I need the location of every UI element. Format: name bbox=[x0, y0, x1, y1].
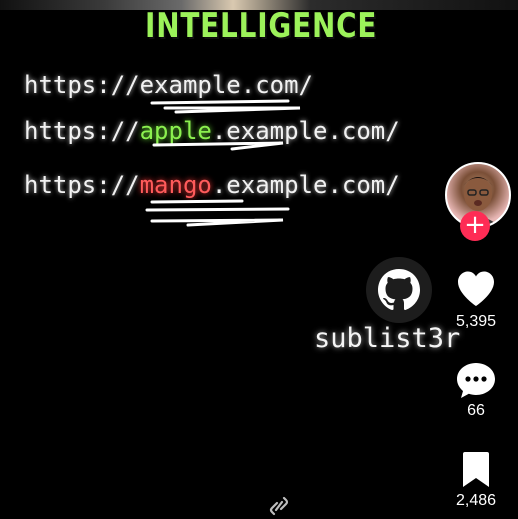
follow-plus-button[interactable]: + bbox=[460, 211, 490, 241]
scribble-underline bbox=[163, 106, 301, 114]
comment-icon[interactable] bbox=[455, 360, 497, 402]
like-count: 5,395 bbox=[455, 313, 497, 330]
heart-icon[interactable] bbox=[455, 268, 497, 310]
scribble-underline bbox=[145, 207, 290, 212]
link-chain-icon bbox=[269, 496, 289, 516]
scribble-underline bbox=[152, 141, 284, 151]
scribble-underline bbox=[150, 199, 244, 204]
bookmark-icon[interactable] bbox=[458, 450, 494, 490]
github-octocat-icon bbox=[366, 257, 432, 323]
creator-handle: sublist3r bbox=[314, 323, 461, 354]
scribble-underline bbox=[150, 99, 290, 105]
comment-count: 66 bbox=[467, 402, 485, 419]
bookmark-count: 2,486 bbox=[455, 492, 497, 509]
scribble-underline bbox=[150, 218, 284, 227]
handdrawn-underlines bbox=[145, 99, 301, 227]
